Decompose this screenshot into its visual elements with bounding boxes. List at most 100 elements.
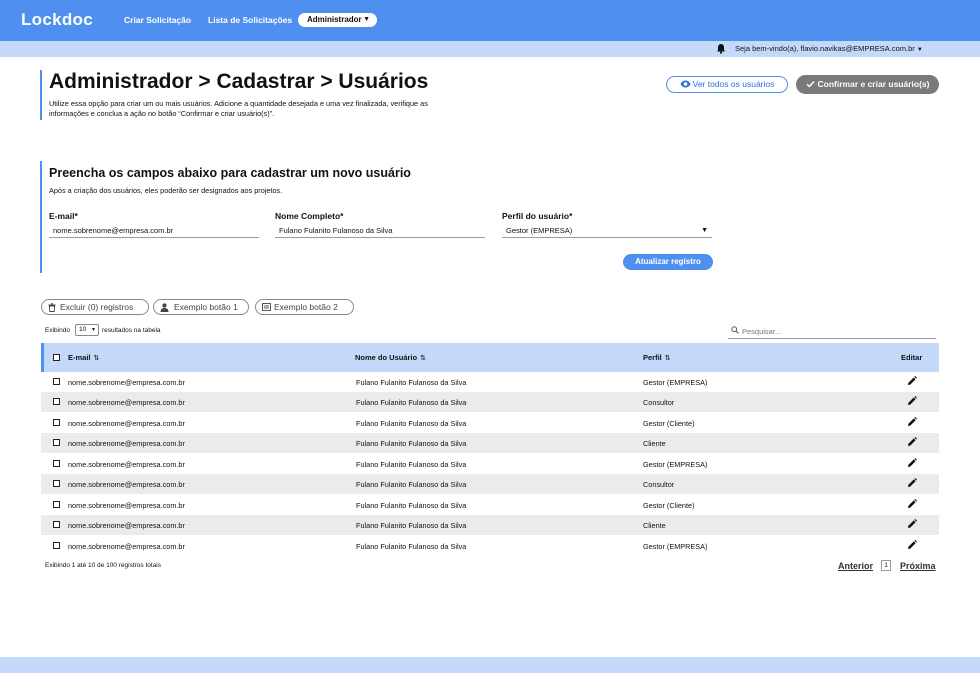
example-button-1[interactable]: Exemplo botão 1 bbox=[153, 299, 249, 315]
view-all-users-label: Ver todos os usuários bbox=[692, 79, 775, 89]
top-nav: Lockdoc Criar Solicitação Lista de Solic… bbox=[0, 0, 980, 41]
profile-select-value: Gestor (EMPRESA) bbox=[506, 226, 573, 235]
pencil-icon[interactable] bbox=[907, 499, 917, 509]
search-box bbox=[728, 323, 936, 339]
user-menu[interactable]: Seja bem-vindo(a), flavio.navikas@EMPRES… bbox=[735, 44, 923, 53]
full-name-label: Nome Completo* bbox=[275, 211, 344, 221]
nav-admin-dropdown[interactable]: Administrador ▼ bbox=[298, 13, 377, 27]
page-description: Utilize essa opção para criar um ou mais… bbox=[49, 99, 428, 118]
row-checkbox[interactable] bbox=[53, 521, 60, 528]
pencil-icon[interactable] bbox=[907, 376, 917, 386]
table-row: nome.sobrenome@empresa.com.br Fulano Ful… bbox=[41, 433, 939, 453]
delete-records-button[interactable]: Excluir (0) registros bbox=[41, 299, 149, 315]
table-header: E-mail ⇅ Nome do Usuário ⇅ Perfil ⇅ Editar bbox=[41, 343, 939, 372]
pencil-icon[interactable] bbox=[907, 519, 917, 529]
row-profile: Gestor (Cliente) bbox=[643, 501, 695, 510]
column-name[interactable]: Nome do Usuário ⇅ bbox=[355, 353, 426, 362]
page-size-value: 10 bbox=[79, 326, 87, 333]
confirm-create-users-button[interactable]: Confirmar e criar usuário(s) bbox=[796, 75, 939, 94]
check-icon bbox=[806, 81, 815, 88]
confirm-create-users-label: Confirmar e criar usuário(s) bbox=[817, 79, 930, 89]
email-label: E-mail* bbox=[49, 211, 78, 221]
app-logo[interactable]: Lockdoc bbox=[21, 10, 93, 30]
row-email: nome.sobrenome@empresa.com.br bbox=[68, 419, 185, 428]
profile-label: Perfil do usuário* bbox=[502, 211, 573, 221]
pagination-next[interactable]: Próxima bbox=[900, 561, 936, 571]
chevron-down-icon: ▼ bbox=[701, 227, 708, 234]
row-profile: Cliente bbox=[643, 521, 666, 530]
bell-icon[interactable] bbox=[716, 43, 726, 54]
nav-lista-solicitacoes[interactable]: Lista de Solicitações bbox=[208, 15, 292, 25]
column-edit: Editar bbox=[901, 353, 923, 362]
pencil-icon[interactable] bbox=[907, 417, 917, 427]
show-suffix: resultados na tabela bbox=[102, 327, 161, 334]
row-checkbox[interactable] bbox=[53, 439, 60, 446]
column-profile[interactable]: Perfil ⇅ bbox=[643, 353, 671, 362]
row-name: Fulano Fulanito Fulanoso da Silva bbox=[356, 480, 467, 489]
email-field[interactable] bbox=[49, 223, 259, 238]
card-icon bbox=[262, 303, 271, 311]
pagination-current-page[interactable]: 1 bbox=[881, 560, 891, 571]
form-title: Preencha os campos abaixo para cadastrar… bbox=[49, 166, 411, 180]
pencil-icon[interactable] bbox=[907, 540, 917, 550]
row-checkbox[interactable] bbox=[53, 378, 60, 385]
column-email[interactable]: E-mail ⇅ bbox=[68, 353, 99, 362]
sort-icon: ⇅ bbox=[664, 355, 671, 362]
example-button-2-label: Exemplo botão 2 bbox=[274, 302, 338, 312]
row-profile: Consultor bbox=[643, 480, 675, 489]
row-name: Fulano Fulanito Fulanoso da Silva bbox=[356, 542, 467, 551]
row-name: Fulano Fulanito Fulanoso da Silva bbox=[356, 419, 467, 428]
user-bar: Seja bem-vindo(a), flavio.navikas@EMPRES… bbox=[0, 41, 980, 57]
column-email-label: E-mail bbox=[68, 353, 91, 362]
row-name: Fulano Fulanito Fulanoso da Silva bbox=[356, 378, 467, 387]
nav-criar-solicitacao[interactable]: Criar Solicitação bbox=[124, 15, 191, 25]
row-checkbox[interactable] bbox=[53, 460, 60, 467]
chevron-down-icon: ▼ bbox=[91, 327, 96, 333]
eye-icon bbox=[680, 80, 691, 88]
welcome-text: Seja bem-vindo(a), flavio.navikas@EMPRES… bbox=[735, 44, 915, 53]
pencil-icon[interactable] bbox=[907, 458, 917, 468]
table-row: nome.sobrenome@empresa.com.br Fulano Ful… bbox=[41, 454, 939, 474]
row-email: nome.sobrenome@empresa.com.br bbox=[68, 460, 185, 469]
row-checkbox[interactable] bbox=[53, 480, 60, 487]
chevron-down-icon: ▼ bbox=[916, 47, 923, 53]
full-name-field[interactable] bbox=[275, 223, 485, 238]
table-row: nome.sobrenome@empresa.com.br Fulano Ful… bbox=[41, 474, 939, 494]
chevron-down-icon: ▼ bbox=[363, 16, 370, 23]
profile-select[interactable]: Gestor (EMPRESA) ▼ bbox=[502, 223, 712, 238]
search-icon bbox=[731, 326, 739, 334]
example-button-2[interactable]: Exemplo botão 2 bbox=[255, 299, 354, 315]
row-email: nome.sobrenome@empresa.com.br bbox=[68, 542, 185, 551]
row-checkbox[interactable] bbox=[53, 398, 60, 405]
table-header-accent bbox=[41, 343, 44, 372]
row-checkbox[interactable] bbox=[53, 542, 60, 549]
row-profile: Cliente bbox=[643, 439, 666, 448]
page-size-select[interactable]: 10 ▼ bbox=[75, 324, 99, 336]
pencil-icon[interactable] bbox=[907, 478, 917, 488]
header-accent bbox=[40, 70, 42, 120]
table-row: nome.sobrenome@empresa.com.br Fulano Ful… bbox=[41, 495, 939, 515]
pagination-previous[interactable]: Anterior bbox=[838, 561, 873, 571]
table-row: nome.sobrenome@empresa.com.br Fulano Ful… bbox=[41, 392, 939, 412]
row-profile: Gestor (EMPRESA) bbox=[643, 460, 708, 469]
update-record-button[interactable]: Atualizar registro bbox=[623, 254, 713, 270]
user-icon bbox=[160, 303, 169, 312]
row-email: nome.sobrenome@empresa.com.br bbox=[68, 521, 185, 530]
search-input[interactable] bbox=[742, 325, 932, 337]
row-checkbox[interactable] bbox=[53, 501, 60, 508]
view-all-users-button[interactable]: Ver todos os usuários bbox=[666, 76, 788, 93]
pagination-info: Exibindo 1 até 10 de 100 registros totai… bbox=[45, 562, 161, 569]
row-profile: Gestor (EMPRESA) bbox=[643, 378, 708, 387]
pencil-icon[interactable] bbox=[907, 396, 917, 406]
row-checkbox[interactable] bbox=[53, 419, 60, 426]
select-all-checkbox[interactable] bbox=[53, 354, 60, 361]
form-description: Após a criação dos usuários, eles poderã… bbox=[49, 186, 283, 195]
table-row: nome.sobrenome@empresa.com.br Fulano Ful… bbox=[41, 372, 939, 392]
nav-admin-label: Administrador bbox=[307, 15, 362, 24]
row-email: nome.sobrenome@empresa.com.br bbox=[68, 439, 185, 448]
row-profile: Gestor (Cliente) bbox=[643, 419, 695, 428]
column-profile-label: Perfil bbox=[643, 353, 662, 362]
table-row: nome.sobrenome@empresa.com.br Fulano Ful… bbox=[41, 413, 939, 433]
row-name: Fulano Fulanito Fulanoso da Silva bbox=[356, 439, 467, 448]
pencil-icon[interactable] bbox=[907, 437, 917, 447]
